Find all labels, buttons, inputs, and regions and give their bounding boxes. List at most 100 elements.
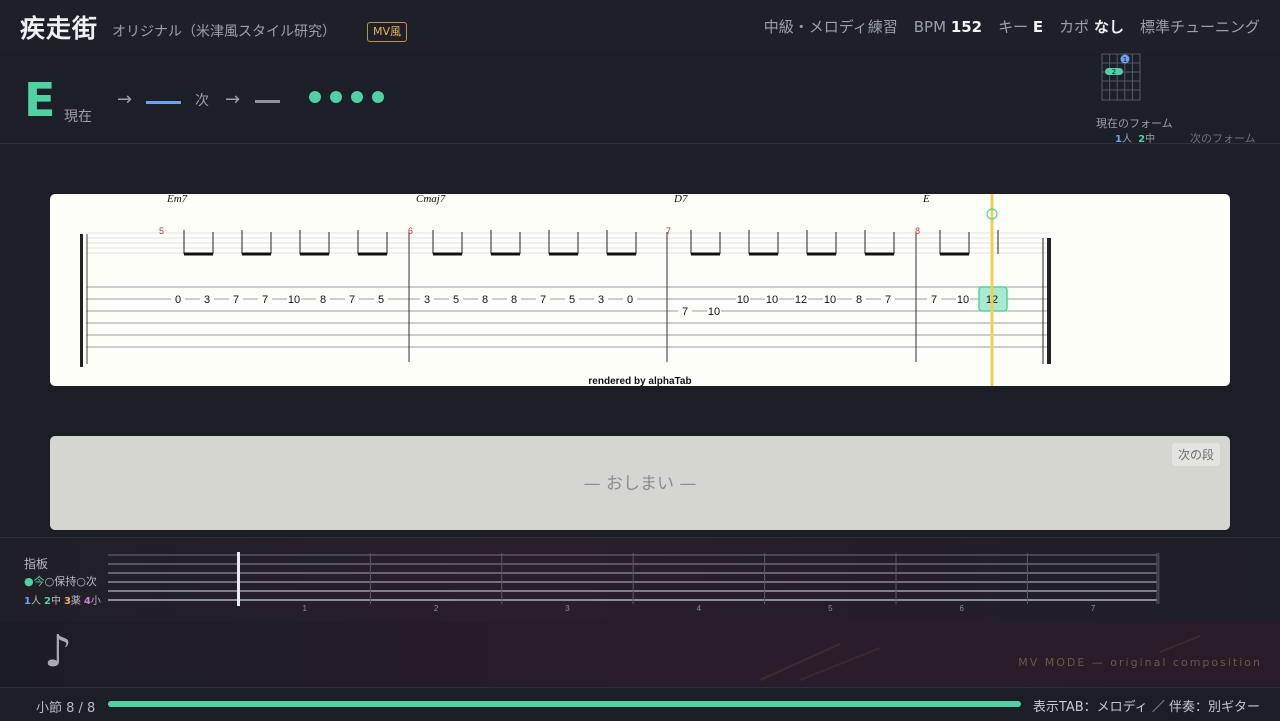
key-label: キー: [998, 18, 1029, 36]
tab-fret-number: 3: [424, 294, 430, 306]
tab-staff-panel: 5 Em7 0 3 7 7 10 8 7 5 6 Cmaj7 3 5 8 8 7 5 3 0 7 D7 7 10 10 10 12 1…: [50, 194, 1230, 387]
tab-fret-number: 8: [320, 294, 326, 306]
tab-fret-number: 10: [708, 306, 720, 318]
bpm-value: 152: [950, 18, 983, 36]
beat-dot: [330, 91, 342, 103]
progress-fill: [108, 701, 1021, 707]
tab-fret-number: 7: [885, 294, 891, 306]
tab-fret-number: 10: [288, 294, 300, 306]
chord-symbol: D7: [673, 194, 688, 205]
fret-number-label: 5: [828, 604, 833, 613]
tab-fret-number: 10: [737, 294, 749, 306]
finger-name: 中: [50, 596, 61, 607]
mv-mode-label: MV MODE — original composition: [1018, 656, 1262, 669]
decorative-streaks: [759, 635, 1201, 681]
fretboard-panel: 1234567 指板 ●今○保持○次 1人 2中 3薬 4小: [0, 537, 1280, 623]
tab-fret-number: 8: [482, 294, 488, 306]
arrow-icon: →: [225, 89, 241, 110]
current-chord: E: [24, 73, 56, 127]
end-message: — おしまい —: [583, 474, 697, 494]
tab-fret-number: 7: [682, 306, 688, 318]
tab-fret-number: 7: [262, 294, 268, 306]
fret-number-label: 2: [434, 604, 439, 613]
capo-value: なし: [1093, 18, 1124, 36]
finger-1-num: 1: [1115, 134, 1122, 145]
legend-now: ●今: [24, 575, 45, 588]
fret-number-label: 7: [1091, 604, 1096, 613]
eighth-note-icon: ♪: [44, 626, 73, 677]
next-chord-label: 次: [195, 93, 209, 109]
measure-number: 8: [915, 226, 920, 236]
song-title: 疾走街: [20, 14, 99, 43]
song-info: 中級・メロディ練習 BPM 152 キー E カポ なし 標準チューニング: [764, 16, 1260, 37]
current-chord-label: 現在: [64, 109, 92, 125]
song-subtitle: オリジナル（米津風スタイル研究）: [112, 24, 336, 40]
progress-bar[interactable]: [108, 701, 1021, 707]
tab-fret-number: 0: [175, 294, 181, 306]
tab-fret-number: 3: [204, 294, 210, 306]
status-bar: 小節 8 / 8 表示TAB：メロディ ／ 伴奏：別ギター: [0, 687, 1280, 721]
fretboard-title: 指板: [24, 557, 49, 571]
chord-form-diagram: 1 2: [1101, 53, 1141, 101]
finger-name: 薬: [70, 596, 81, 607]
beat-dot: [309, 91, 321, 103]
measure-counter: 小節 8 / 8: [36, 701, 96, 716]
level-label: 中級・メロディ練習: [763, 18, 898, 36]
following-chord-indicator: [255, 100, 280, 103]
visualizer-area: ♪ MV MODE — original composition: [0, 622, 1280, 687]
tab-fret-number: 0: [627, 294, 633, 306]
current-form-label: 現在のフォーム: [1096, 117, 1173, 130]
mv-style-badge: MV風: [367, 22, 408, 42]
fret-number-label: 1: [302, 604, 307, 613]
next-row-button[interactable]: 次の段: [1171, 443, 1220, 466]
legend-hold: ○保持: [44, 575, 77, 588]
finger-legend: 1人 2中: [1115, 130, 1155, 145]
arrow-icon: →: [117, 89, 133, 110]
chord-symbol: Cmaj7: [416, 194, 446, 205]
tab-fret-number: 10: [824, 294, 836, 306]
display-mode-label: 表示TAB：メロディ ／ 伴奏：別ギター: [1032, 700, 1260, 715]
legend-next: ○次: [76, 575, 97, 588]
beat-dot: [372, 91, 384, 103]
next-chord-indicator: [146, 101, 181, 104]
app-header: 疾走街 オリジナル（米津風スタイル研究） MV風 中級・メロディ練習 BPM 1…: [0, 0, 1280, 53]
playhead-cursor: [990, 194, 994, 386]
fret-number-label: 6: [959, 604, 964, 613]
finger-2-label: 2: [1112, 68, 1116, 76]
tab-fret-number: 10: [957, 294, 969, 306]
bpm-label: BPM: [913, 18, 947, 36]
beat-dot: [351, 91, 363, 103]
finger-name: 人: [30, 596, 41, 607]
tab-fret-number: 5: [453, 294, 459, 306]
bpm-info: BPM 152: [914, 18, 982, 36]
measure-number: 5: [159, 226, 164, 236]
fretboard-diagram: 1 2 3 4 5 6 7: [108, 552, 1160, 613]
finger-2-name: 中: [1145, 134, 1156, 145]
tab-fret-number: 7: [233, 294, 239, 306]
capo-info: カポ なし: [1059, 16, 1124, 37]
fretboard-legend: ●今○保持○次: [24, 573, 97, 589]
tab-fret-number: 5: [569, 294, 575, 306]
tab-fret-number: 3: [598, 294, 604, 306]
next-system-panel: — おしまい — 次の段: [50, 436, 1230, 530]
fretboard-nut: [237, 552, 240, 606]
finger-number: 1: [24, 596, 31, 607]
tab-fret-number: 10: [766, 294, 778, 306]
chord-symbol: E: [922, 194, 930, 205]
tab-staff: 5 Em7 0 3 7 7 10 8 7 5 6 Cmaj7 3 5 8 8 7 5 3 0 7 D7 7 10 10 10 12 1…: [80, 194, 1051, 386]
tab-fret-number: 7: [349, 294, 355, 306]
tab-fret-number: 5: [378, 294, 384, 306]
start-barline: [80, 234, 83, 367]
key-value: E: [1032, 18, 1044, 36]
finger-1-name: 人: [1121, 134, 1132, 145]
finger-name: 小: [90, 596, 101, 607]
tab-fret-number: 7: [931, 294, 937, 306]
chord-symbol: Em7: [166, 194, 188, 205]
next-form-label: 次のフォーム: [1190, 132, 1256, 145]
tab-fret-number: 8: [856, 294, 862, 306]
tab-fret-number: 12: [795, 294, 807, 306]
measure-number: 7: [666, 226, 671, 236]
tab-fret-number: 8: [511, 294, 517, 306]
finger-number: 3: [63, 596, 71, 607]
fret-number-label: 4: [697, 604, 702, 613]
